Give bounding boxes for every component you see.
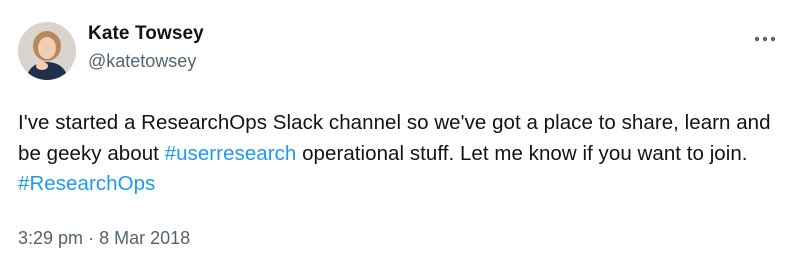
hashtag-link-researchops[interactable]: #ResearchOps	[18, 172, 155, 195]
tweet-text: I've started a ResearchOps Slack channel…	[18, 108, 788, 200]
author-handle[interactable]: @katetowsey	[88, 50, 204, 72]
tweet-date: 8 Mar 2018	[99, 228, 191, 248]
tweet-text-segment: operational stuff. Let me know if you wa…	[296, 141, 748, 165]
author-display-name[interactable]: Kate Towsey	[88, 22, 204, 46]
hashtag-link-userresearch[interactable]: #userresearch	[165, 142, 297, 165]
meta-separator: ·	[88, 228, 95, 248]
avatar[interactable]	[18, 22, 76, 80]
tweet-card: Kate Towsey @katetowsey I've started a R…	[0, 0, 800, 271]
more-options-icon	[754, 36, 776, 42]
profile-photo-avatar-icon	[18, 22, 76, 80]
tweet-time: 3:29 pm	[18, 228, 84, 248]
tweet-timestamp[interactable]: 3:29 pm · 8 Mar 2018	[18, 227, 190, 249]
author-info: Kate Towsey @katetowsey	[88, 22, 204, 72]
more-options-button[interactable]	[754, 30, 776, 42]
